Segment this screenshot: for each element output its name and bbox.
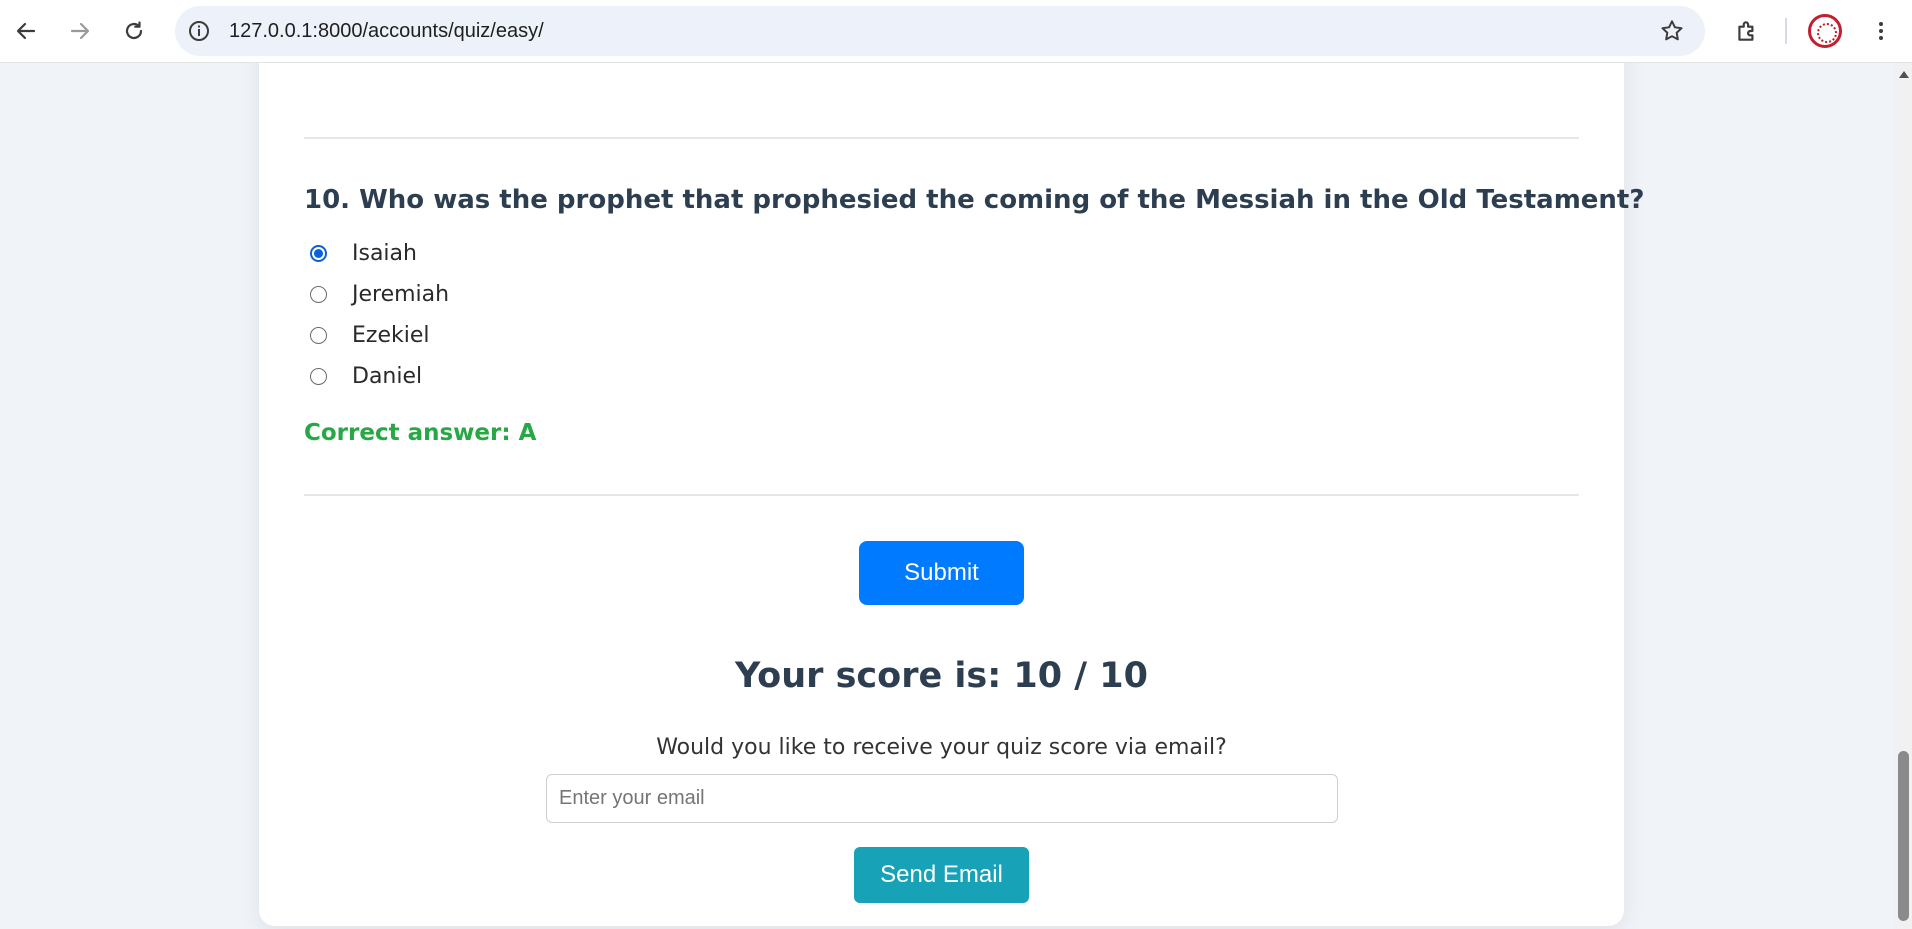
email-prompt: Would you like to receive your quiz scor…	[656, 735, 1227, 760]
back-icon[interactable]	[6, 11, 46, 51]
scrollbar[interactable]	[1895, 63, 1912, 929]
scrollbar-thumb[interactable]	[1898, 751, 1909, 921]
extensions-icon[interactable]	[1730, 14, 1764, 48]
option-label: Ezekiel	[352, 322, 430, 348]
reload-icon[interactable]	[114, 11, 154, 51]
email-input[interactable]	[546, 774, 1338, 823]
option-label: Jeremiah	[352, 281, 450, 307]
menu-icon[interactable]	[1864, 14, 1898, 48]
radio-button[interactable]	[310, 244, 327, 262]
page-viewport: 10. Who was the prophet that prophesied …	[0, 63, 1895, 929]
option-isaiah[interactable]: Isaiah	[310, 238, 417, 268]
info-icon[interactable]	[187, 19, 211, 43]
send-email-button[interactable]: Send Email	[854, 847, 1029, 903]
radio-button[interactable]	[310, 285, 327, 303]
scroll-up-arrow-icon[interactable]	[1899, 71, 1909, 78]
divider	[304, 137, 1579, 139]
option-daniel[interactable]: Daniel	[310, 361, 422, 391]
toolbar-separator	[1785, 18, 1787, 44]
question-text: 10. Who was the prophet that prophesied …	[304, 185, 1645, 215]
address-bar[interactable]: 127.0.0.1:8000/accounts/quiz/easy/	[175, 6, 1705, 56]
quiz-card: 10. Who was the prophet that prophesied …	[259, 63, 1644, 926]
url-text[interactable]: 127.0.0.1:8000/accounts/quiz/easy/	[229, 19, 544, 43]
option-ezekiel[interactable]: Ezekiel	[310, 320, 429, 350]
radio-button[interactable]	[310, 326, 327, 344]
star-icon[interactable]	[1659, 18, 1685, 44]
option-label: Isaiah	[352, 240, 417, 266]
forward-icon[interactable]	[60, 11, 100, 51]
option-label: Daniel	[352, 363, 423, 389]
browser-toolbar: 127.0.0.1:8000/accounts/quiz/easy/	[0, 0, 1912, 63]
submit-button[interactable]: Submit	[859, 541, 1024, 605]
correct-answer: Correct answer: A	[304, 420, 537, 446]
radio-button[interactable]	[310, 367, 327, 385]
score-heading: Your score is: 10 / 10	[735, 656, 1148, 696]
profile-avatar[interactable]	[1808, 14, 1842, 48]
option-jeremiah[interactable]: Jeremiah	[310, 279, 449, 309]
divider	[304, 494, 1579, 496]
